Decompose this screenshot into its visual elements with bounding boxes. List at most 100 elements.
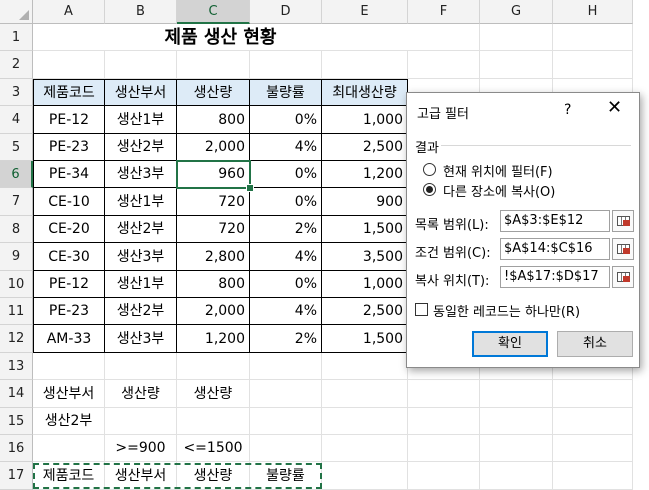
row-header-2[interactable]: 2 [0,51,33,79]
table-cell[interactable]: 0% [250,271,322,298]
grid-cell[interactable] [322,462,408,490]
table-cell[interactable]: 1,500 [322,325,408,353]
row-header-7[interactable]: 7 [0,188,33,216]
extract-header-cell[interactable]: 생산부서 [105,462,177,490]
ok-button[interactable]: 확인 [472,331,548,357]
grid-cell[interactable] [408,462,480,490]
criteria-cell[interactable]: 생산2부 [33,408,105,435]
grid-cell[interactable] [480,435,553,462]
row-header-4[interactable]: 4 [0,106,33,134]
grid-cell[interactable] [480,462,553,490]
table-cell[interactable]: AM-33 [33,325,105,353]
help-button[interactable]: ? [564,102,571,118]
table-cell[interactable]: 4% [250,134,322,161]
row-header-5[interactable]: 5 [0,134,33,161]
table-cell[interactable]: PE-23 [33,134,105,161]
criteria-header-cell[interactable]: 생산량 [177,380,250,408]
table-cell[interactable]: 3,500 [322,243,408,271]
table-cell[interactable]: 0% [250,188,322,216]
table-cell[interactable]: 생산1부 [105,188,177,216]
criteria-range-collapse-button[interactable] [612,238,634,260]
grid-cell[interactable] [105,51,177,79]
table-cell[interactable]: CE-10 [33,188,105,216]
criteria-header-cell[interactable]: 생산부서 [33,380,105,408]
criteria-range-input[interactable]: $A$14:$C$16 [500,238,610,260]
column-header-g[interactable]: G [480,0,553,24]
table-cell[interactable]: 생산2부 [105,298,177,325]
row-header-15[interactable]: 15 [0,408,33,435]
table-cell[interactable]: 800 [177,106,250,134]
radio-copy-to-location-label[interactable]: 다른 장소에 복사(O) [443,181,555,200]
cancel-button[interactable]: 취소 [557,331,633,357]
table-cell[interactable]: 생산2부 [105,216,177,243]
table-cell[interactable]: 생산3부 [105,243,177,271]
grid-cell[interactable] [553,435,633,462]
table-cell[interactable]: 2,500 [322,298,408,325]
table-cell[interactable]: CE-20 [33,216,105,243]
grid-cell[interactable] [480,380,553,408]
sheet-title[interactable]: 제품 생산 현황 [33,24,408,51]
table-header-cell[interactable]: 생산부서 [105,79,177,106]
grid-cell[interactable] [322,51,408,79]
select-all-corner[interactable] [0,0,33,24]
table-cell[interactable]: CE-30 [33,243,105,271]
table-cell[interactable]: 1,200 [322,161,408,188]
list-range-collapse-button[interactable] [612,210,634,232]
grid-cell[interactable] [105,353,177,380]
grid-cell[interactable] [408,435,480,462]
grid-cell[interactable] [553,24,633,51]
grid-cell[interactable] [480,408,553,435]
row-header-8[interactable]: 8 [0,216,33,243]
grid-cell[interactable] [408,380,480,408]
row-header-10[interactable]: 10 [0,271,33,298]
grid-cell[interactable] [33,353,105,380]
table-cell[interactable]: 0% [250,106,322,134]
table-cell[interactable]: 2% [250,216,322,243]
table-cell[interactable]: 1,000 [322,271,408,298]
table-header-cell[interactable]: 제품코드 [33,79,105,106]
table-cell[interactable]: 2,000 [177,134,250,161]
grid-cell[interactable] [553,380,633,408]
column-header-h[interactable]: H [553,0,633,24]
table-cell[interactable]: 720 [177,216,250,243]
grid-cell[interactable] [480,24,553,51]
table-cell[interactable]: 1,000 [322,106,408,134]
table-header-cell[interactable]: 불량률 [250,79,322,106]
table-cell[interactable]: 2% [250,325,322,353]
table-cell[interactable]: 2,800 [177,243,250,271]
table-cell[interactable]: 720 [177,188,250,216]
table-cell[interactable]: 생산3부 [105,325,177,353]
grid-cell[interactable] [408,408,480,435]
table-cell[interactable]: PE-12 [33,106,105,134]
row-header-3[interactable]: 3 [0,79,33,106]
column-header-a[interactable]: A [33,0,105,24]
row-header-12[interactable]: 12 [0,325,33,353]
grid-cell[interactable] [553,408,633,435]
table-cell[interactable]: 960 [177,161,250,188]
row-header-14[interactable]: 14 [0,380,33,408]
grid-cell[interactable] [322,353,408,380]
table-cell[interactable]: 2,000 [177,298,250,325]
criteria-cell[interactable]: <=1500 [177,435,250,462]
unique-records-label[interactable]: 동일한 레코드는 하나만(R) [433,301,580,320]
table-cell[interactable]: 4% [250,243,322,271]
grid-cell[interactable] [250,408,322,435]
table-cell[interactable]: 생산2부 [105,134,177,161]
table-cell[interactable]: 1,500 [322,216,408,243]
grid-cell[interactable] [105,408,177,435]
grid-cell[interactable] [33,435,105,462]
list-range-input[interactable]: $A$3:$E$12 [500,210,610,232]
table-header-cell[interactable]: 최대생산량 [322,79,408,106]
grid-cell[interactable] [553,51,633,79]
row-header-11[interactable]: 11 [0,298,33,325]
grid-cell[interactable] [250,353,322,380]
row-header-16[interactable]: 16 [0,435,33,462]
criteria-cell[interactable]: >=900 [105,435,177,462]
unique-records-checkbox[interactable] [415,303,428,316]
radio-filter-in-place[interactable] [423,163,436,176]
radio-filter-in-place-label[interactable]: 현재 위치에 필터(F) [443,161,553,180]
radio-copy-to-location[interactable] [423,183,436,196]
grid-cell[interactable] [250,51,322,79]
table-cell[interactable]: 2,500 [322,134,408,161]
table-cell[interactable]: 1,200 [177,325,250,353]
